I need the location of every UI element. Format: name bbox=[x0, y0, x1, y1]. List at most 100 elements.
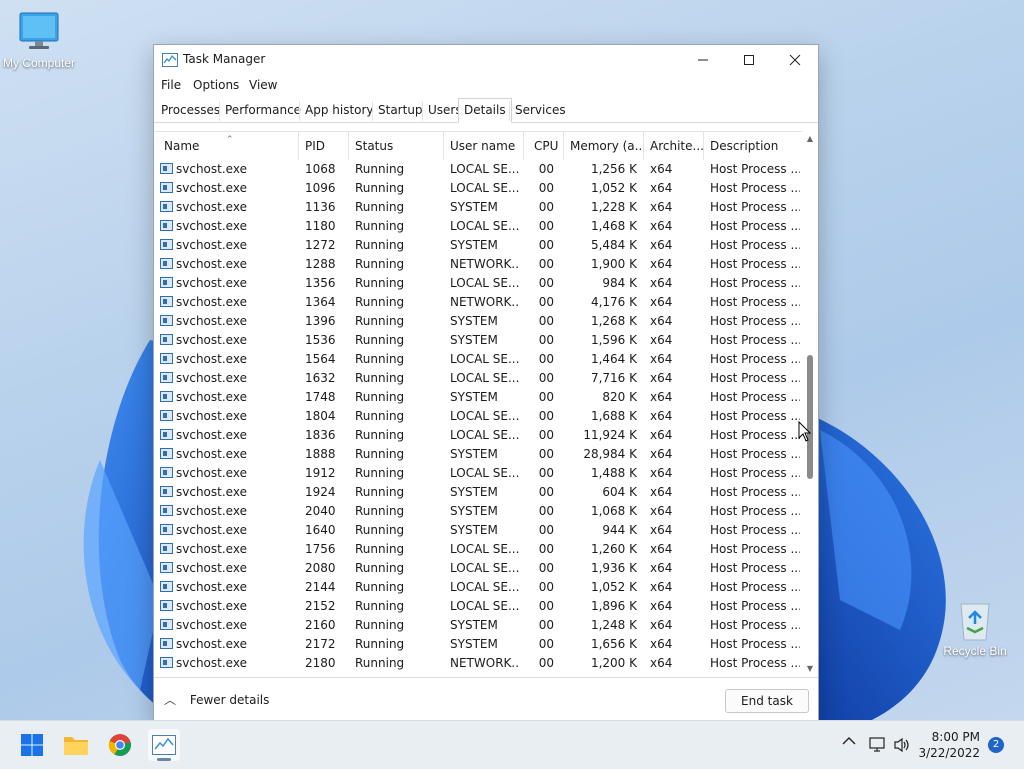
cell-status: Running bbox=[355, 162, 405, 176]
menu-view[interactable]: View bbox=[249, 78, 277, 92]
cell-pid: 1912 bbox=[305, 466, 336, 480]
close-button[interactable] bbox=[772, 45, 818, 75]
title-bar[interactable]: Task Manager bbox=[154, 45, 818, 75]
column-header-memory[interactable]: Memory (a... bbox=[564, 132, 644, 160]
table-row[interactable]: svchost.exe 1536 Running SYSTEM 00 1,596 K x64… bbox=[154, 331, 802, 350]
cell-architecture: x64 bbox=[650, 580, 673, 594]
cell-status: Running bbox=[355, 371, 405, 385]
scroll-down-icon[interactable]: ▼ bbox=[802, 661, 818, 677]
volume-icon[interactable] bbox=[893, 737, 911, 756]
system-clock[interactable]: 8:00 PM 3/22/2022 bbox=[918, 729, 980, 761]
cell-cpu: 00 bbox=[538, 618, 554, 632]
process-table: ⌃ Name PID Status User name CPU Memory (… bbox=[154, 131, 802, 678]
fewer-details-button[interactable]: ︿ Fewer details bbox=[164, 691, 269, 708]
chevron-up-icon bbox=[842, 737, 856, 745]
cell-status: Running bbox=[355, 637, 405, 651]
cell-description: Host Process ... bbox=[710, 447, 800, 461]
cell-architecture: x64 bbox=[650, 618, 673, 632]
minimize-button[interactable] bbox=[680, 45, 726, 75]
column-header-status[interactable]: Status bbox=[349, 132, 444, 160]
tab-app-history[interactable]: App history bbox=[299, 101, 379, 121]
cell-user-name: SYSTEM bbox=[450, 333, 498, 347]
menu-options[interactable]: Options bbox=[193, 78, 239, 92]
cell-user-name: LOCAL SE... bbox=[450, 162, 520, 176]
cell-memory: 944 K bbox=[602, 523, 637, 537]
table-row[interactable]: svchost.exe 1924 Running SYSTEM 00 604 K x64 Ho… bbox=[154, 483, 802, 502]
cell-name: svchost.exe bbox=[176, 238, 247, 252]
table-row[interactable]: svchost.exe 1804 Running LOCAL SE... 00 1,688… bbox=[154, 407, 802, 426]
show-hidden-icons-button[interactable] bbox=[842, 735, 856, 749]
start-button[interactable] bbox=[16, 729, 48, 761]
tab-performance[interactable]: Performance bbox=[219, 101, 306, 121]
table-row[interactable]: svchost.exe 1288 Running NETWORK... 00 1,900 … bbox=[154, 255, 802, 274]
tab-details[interactable]: Details bbox=[458, 98, 512, 123]
desktop-icon-recycle-bin[interactable]: Recycle Bin bbox=[930, 598, 1020, 658]
desktop-icon-my-computer[interactable]: My Computer bbox=[0, 10, 84, 70]
table-row[interactable]: svchost.exe 1272 Running SYSTEM 00 5,484 K x64… bbox=[154, 236, 802, 255]
table-row[interactable]: svchost.exe 1396 Running SYSTEM 00 1,268 K x64… bbox=[154, 312, 802, 331]
column-header-user-name[interactable]: User name bbox=[444, 132, 524, 160]
table-row[interactable]: svchost.exe 1068 Running LOCAL SE... 00 1,256… bbox=[154, 160, 802, 179]
table-row[interactable]: svchost.exe 2180 Running NETWORK... 00 1,200 … bbox=[154, 654, 802, 673]
tab-startup[interactable]: Startup bbox=[372, 101, 428, 121]
tab-services[interactable]: Services bbox=[509, 101, 571, 121]
column-header-architecture[interactable]: Archite... bbox=[644, 132, 704, 160]
folder-icon bbox=[64, 737, 88, 755]
table-row[interactable]: svchost.exe 2040 Running SYSTEM 00 1,068 K x64… bbox=[154, 502, 802, 521]
table-row[interactable]: svchost.exe 2172 Running SYSTEM 00 1,656 K x64… bbox=[154, 635, 802, 654]
table-row[interactable]: svchost.exe 2080 Running LOCAL SE... 00 1,936… bbox=[154, 559, 802, 578]
cell-architecture: x64 bbox=[650, 447, 673, 461]
cell-memory: 1,936 K bbox=[590, 561, 637, 575]
column-header-name[interactable]: ⌃ Name bbox=[158, 132, 299, 160]
process-icon bbox=[160, 258, 173, 269]
table-row[interactable]: svchost.exe 1564 Running LOCAL SE... 00 1,464… bbox=[154, 350, 802, 369]
table-row[interactable]: svchost.exe 1632 Running LOCAL SE... 00 7,716… bbox=[154, 369, 802, 388]
table-row[interactable]: svchost.exe 1096 Running LOCAL SE... 00 1,052… bbox=[154, 179, 802, 198]
column-header-pid[interactable]: PID bbox=[299, 132, 349, 160]
table-row[interactable]: svchost.exe 1888 Running SYSTEM 00 28,984 K x6… bbox=[154, 445, 802, 464]
table-row[interactable]: svchost.exe 1756 Running LOCAL SE... 00 1,260… bbox=[154, 540, 802, 559]
taskbar-file-explorer[interactable] bbox=[60, 729, 92, 761]
table-row[interactable]: svchost.exe 1180 Running LOCAL SE... 00 1,468… bbox=[154, 217, 802, 236]
cell-pid: 2152 bbox=[305, 599, 336, 613]
cell-architecture: x64 bbox=[650, 200, 673, 214]
table-row[interactable]: svchost.exe 1640 Running SYSTEM 00 944 K x64 Ho… bbox=[154, 521, 802, 540]
notification-badge[interactable]: 2 bbox=[988, 737, 1004, 753]
process-icon bbox=[160, 600, 173, 611]
scroll-up-icon[interactable]: ▲ bbox=[802, 131, 818, 147]
cell-architecture: x64 bbox=[650, 409, 673, 423]
network-icon[interactable] bbox=[869, 737, 887, 756]
table-row[interactable]: svchost.exe 1136 Running SYSTEM 00 1,228 K x64… bbox=[154, 198, 802, 217]
cell-user-name: NETWORK... bbox=[450, 257, 520, 271]
table-row[interactable]: svchost.exe 1748 Running SYSTEM 00 820 K x64 Ho… bbox=[154, 388, 802, 407]
table-row[interactable]: svchost.exe 2144 Running LOCAL SE... 00 1,052… bbox=[154, 578, 802, 597]
column-header-cpu[interactable]: CPU bbox=[524, 132, 564, 160]
process-icon bbox=[160, 543, 173, 554]
cell-status: Running bbox=[355, 542, 405, 556]
process-icon bbox=[160, 372, 173, 383]
cell-status: Running bbox=[355, 257, 405, 271]
cell-name: svchost.exe bbox=[176, 219, 247, 233]
vertical-scrollbar[interactable]: ▲ ▼ bbox=[802, 131, 818, 677]
scrollbar-thumb[interactable] bbox=[807, 355, 813, 479]
table-row[interactable]: svchost.exe 1356 Running LOCAL SE... 00 984 K… bbox=[154, 274, 802, 293]
table-row[interactable]: svchost.exe 1836 Running LOCAL SE... 00 11,92… bbox=[154, 426, 802, 445]
table-row[interactable]: svchost.exe 2152 Running LOCAL SE... 00 1,896… bbox=[154, 597, 802, 616]
cell-memory: 1,052 K bbox=[590, 181, 637, 195]
menu-file[interactable]: File bbox=[161, 78, 181, 92]
tab-processes[interactable]: Processes bbox=[156, 101, 225, 121]
maximize-button[interactable] bbox=[726, 45, 772, 75]
taskbar-task-manager[interactable] bbox=[148, 729, 180, 761]
cell-description: Host Process ... bbox=[710, 162, 800, 176]
table-row[interactable]: svchost.exe 1364 Running NETWORK... 00 4,176 … bbox=[154, 293, 802, 312]
cell-memory: 11,924 K bbox=[583, 428, 637, 442]
cell-architecture: x64 bbox=[650, 466, 673, 480]
cell-cpu: 00 bbox=[538, 276, 554, 290]
end-task-button[interactable]: End task bbox=[725, 689, 809, 713]
cell-pid: 1756 bbox=[305, 542, 336, 556]
taskbar-chrome[interactable] bbox=[104, 729, 136, 761]
cell-name: svchost.exe bbox=[176, 371, 247, 385]
column-header-description[interactable]: Description bbox=[704, 132, 802, 160]
table-row[interactable]: svchost.exe 2160 Running SYSTEM 00 1,248 K x64… bbox=[154, 616, 802, 635]
table-row[interactable]: svchost.exe 1912 Running LOCAL SE... 00 1,488… bbox=[154, 464, 802, 483]
